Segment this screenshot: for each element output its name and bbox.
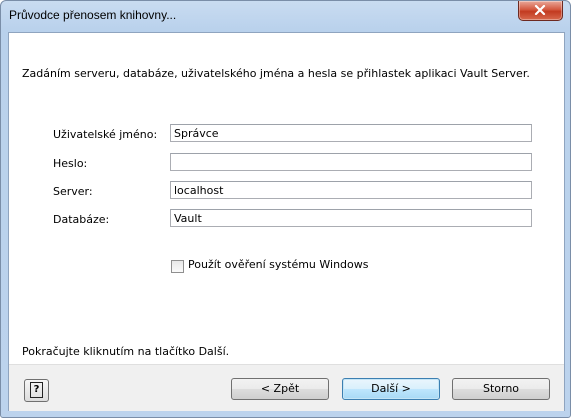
next-button[interactable]: Další > [342, 378, 440, 400]
help-button[interactable]: ? [24, 379, 49, 402]
back-button[interactable]: < Zpět [231, 378, 329, 400]
server-label: Server: [53, 185, 93, 198]
windows-auth-label[interactable]: Použít ověření systému Windows [188, 258, 369, 271]
username-input[interactable] [170, 124, 532, 142]
intro-text: Zadáním serveru, databáze, uživatelského… [22, 67, 530, 80]
username-label: Uživatelské jméno: [53, 128, 158, 141]
hint-text: Pokračujte kliknutím na tlačítko Další. [22, 345, 230, 358]
password-label: Heslo: [53, 157, 88, 170]
button-bar: ? < Zpět Další > Storno [9, 364, 564, 411]
windows-auth-checkbox[interactable] [171, 260, 184, 273]
cancel-button[interactable]: Storno [452, 378, 550, 400]
dialog-window: Průvodce přenosem knihovny... Zadáním se… [0, 0, 571, 418]
close-button[interactable] [518, 1, 563, 21]
title-bar[interactable]: Průvodce přenosem knihovny... [1, 1, 570, 33]
dialog-content: Zadáním serveru, databáze, uživatelského… [8, 32, 565, 411]
database-input[interactable] [170, 209, 532, 227]
database-label: Databáze: [53, 213, 110, 226]
help-icon: ? [30, 382, 43, 398]
server-input[interactable] [170, 181, 532, 199]
close-icon [534, 5, 546, 15]
password-input[interactable] [170, 153, 532, 171]
window-title: Průvodce přenosem knihovny... [9, 8, 177, 22]
